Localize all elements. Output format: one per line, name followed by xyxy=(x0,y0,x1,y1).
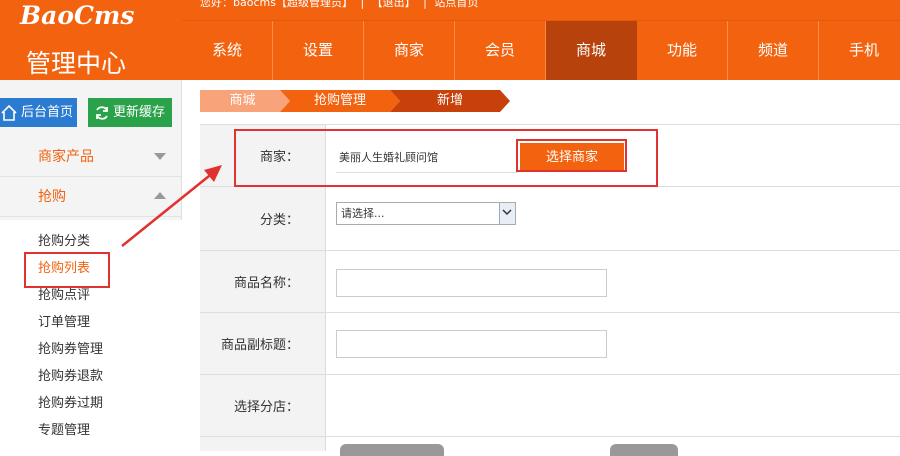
sidebar-item-coupon-refunds[interactable]: 抢购券退款 xyxy=(38,365,103,384)
nav-member[interactable]: 会员 xyxy=(455,21,546,80)
logo-subtitle: 管理中心 xyxy=(26,49,127,78)
category-row: 分类： 请选择... xyxy=(200,187,900,251)
welcome-text: 您好：baocms【超级管理员】 xyxy=(200,0,353,9)
welcome-bar: 您好：baocms【超级管理员】 | 【退出】 | 站点首页 xyxy=(200,0,482,10)
next-row-label xyxy=(200,437,326,451)
breadcrumb-new: 新增 xyxy=(436,93,463,108)
separator: | xyxy=(423,0,427,9)
next-row xyxy=(200,437,900,451)
annotation-box-select-button xyxy=(516,139,627,172)
separator: | xyxy=(360,0,365,9)
branch-label: 选择分店： xyxy=(200,375,326,436)
nav-merchant[interactable]: 商家 xyxy=(364,21,455,80)
sidebar-item-orders[interactable]: 订单管理 xyxy=(38,311,90,330)
admin-home-button[interactable]: 后台首页 xyxy=(0,98,77,127)
top-nav: 系统 设置 商家 会员 商城 功能 频道 手机 xyxy=(182,20,900,80)
sidebar-item-coupons[interactable]: 抢购券管理 xyxy=(38,338,103,357)
category-select-value: 请选择... xyxy=(341,207,385,220)
breadcrumb-mall[interactable]: 商城 xyxy=(200,90,285,112)
product-name-label: 商品名称： xyxy=(200,251,326,312)
logo-text: BaoCms xyxy=(20,1,135,30)
logout-link[interactable]: 【退出】 xyxy=(372,0,416,9)
logo[interactable]: BaoCms 管理中心 xyxy=(0,0,182,80)
sidebar-item-topics[interactable]: 专题管理 xyxy=(38,419,90,438)
product-subtitle-row: 商品副标题： xyxy=(200,313,900,375)
update-cache-button[interactable]: 更新缓存 xyxy=(88,98,172,127)
nav-system[interactable]: 系统 xyxy=(182,21,273,80)
product-subtitle-label: 商品副标题： xyxy=(200,313,326,374)
menu-group-label: 商家产品 xyxy=(38,149,94,165)
nav-function[interactable]: 功能 xyxy=(637,21,728,80)
branch-row: 选择分店： xyxy=(200,375,900,437)
category-select[interactable]: 请选择... xyxy=(336,202,516,225)
site-home-link[interactable]: 站点首页 xyxy=(434,0,478,9)
product-name-input[interactable] xyxy=(336,269,607,297)
update-cache-label: 更新缓存 xyxy=(113,105,166,120)
branch-option-button[interactable] xyxy=(610,444,678,456)
nav-settings[interactable]: 设置 xyxy=(273,21,364,80)
nav-mobile[interactable]: 手机 xyxy=(819,21,900,80)
header: BaoCms 管理中心 您好：baocms【超级管理员】 | 【退出】 | 站点… xyxy=(0,0,900,80)
annotation-arrow-icon xyxy=(121,165,222,247)
sidebar-item-coupon-expired[interactable]: 抢购券过期 xyxy=(38,392,103,411)
refresh-icon xyxy=(96,105,108,120)
nav-mall[interactable]: 商城 xyxy=(546,21,637,80)
sidebar-item-category[interactable]: 抢购分类 xyxy=(38,230,90,249)
product-subtitle-input[interactable] xyxy=(336,330,607,358)
breadcrumb-flash-sale[interactable]: 抢购管理 xyxy=(290,90,390,112)
menu-group-label: 抢购 xyxy=(38,189,66,205)
branch-option-button[interactable] xyxy=(340,444,444,456)
home-icon xyxy=(1,104,17,121)
product-name-row: 商品名称： xyxy=(200,251,900,313)
nav-channel[interactable]: 频道 xyxy=(728,21,819,80)
chevron-down-icon xyxy=(154,153,166,160)
admin-home-label: 后台首页 xyxy=(21,105,74,120)
annotation-box-sidebar-item xyxy=(24,252,110,288)
chevron-down-icon[interactable] xyxy=(499,203,515,224)
